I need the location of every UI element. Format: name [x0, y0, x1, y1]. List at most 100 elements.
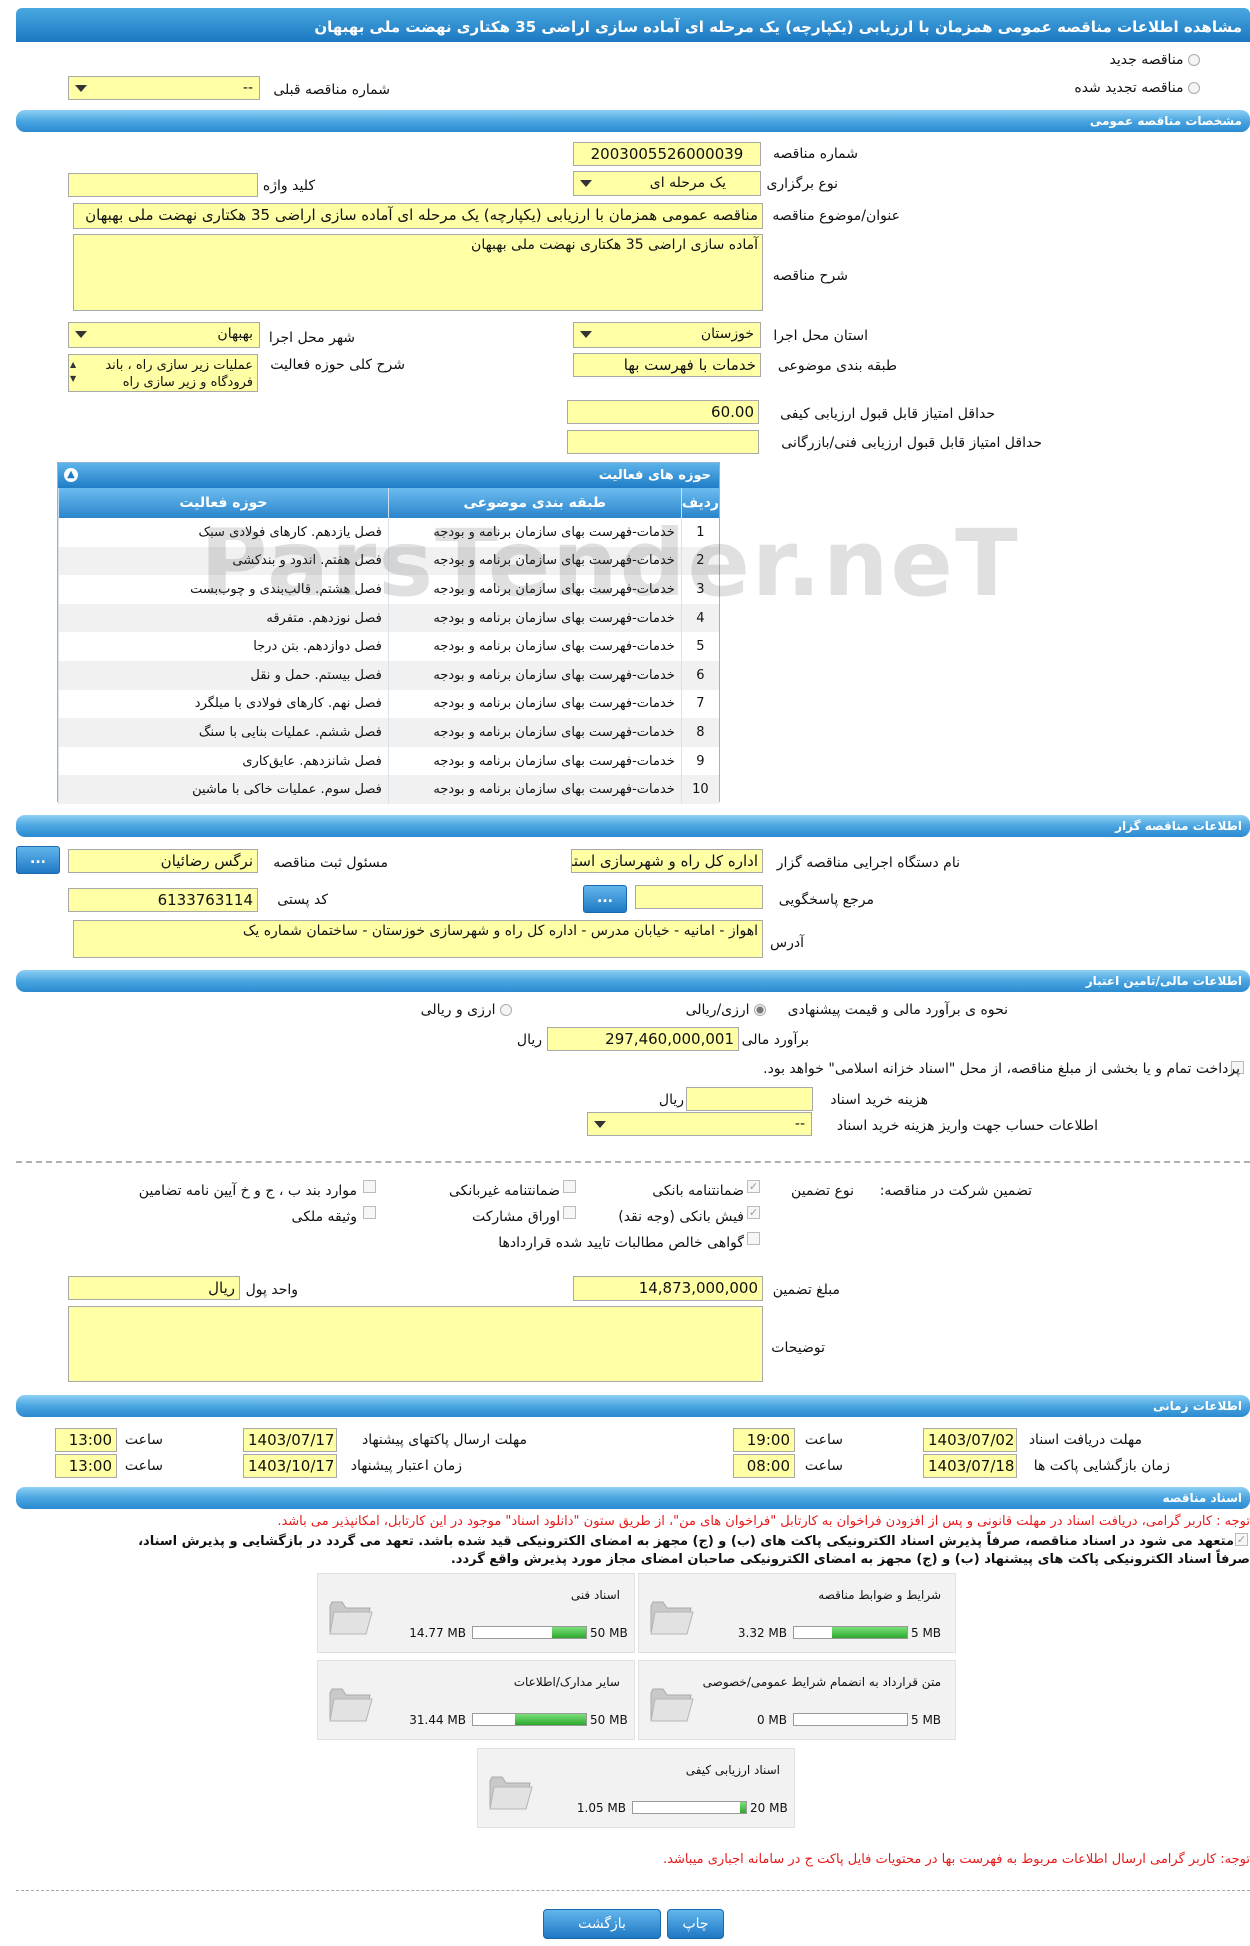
- clauses-checkbox[interactable]: [363, 1180, 376, 1193]
- type-select[interactable]: یک مرحله ای: [573, 171, 761, 196]
- resp-field[interactable]: نرگس رضائیان: [68, 849, 258, 873]
- page-title: مشاهده اطلاعات مناقصه عمومی همزمان با ار…: [16, 8, 1250, 42]
- notes-field[interactable]: [68, 1306, 763, 1382]
- valid-time-label: ساعت: [124, 1458, 163, 1474]
- bank-checkbox[interactable]: ✓: [747, 1180, 760, 1193]
- postal-field[interactable]: 6133763114: [68, 888, 258, 912]
- row-field: فصل نهم. کارهای فولادی با میلگرد: [58, 689, 389, 719]
- divider: [16, 1161, 1250, 1163]
- ref-field[interactable]: [635, 885, 763, 909]
- min-tech-field[interactable]: [567, 430, 759, 454]
- activities-title: حوزه های فعالیت: [598, 468, 711, 483]
- min-quality-label: حداقل امتیاز قابل قبول ارزیابی کیفی: [780, 406, 995, 422]
- table-row: 6 خدمات-فهرست بهای سازمان برنامه و بودجه ف…: [58, 660, 719, 690]
- unit-field[interactable]: ریال: [68, 1276, 240, 1300]
- collapse-icon[interactable]: ▲: [64, 468, 78, 482]
- opt1-radio[interactable]: ارزی/ریالی: [686, 1002, 766, 1018]
- row-field: فصل بیستم. حمل و نقل: [58, 660, 389, 690]
- document-card[interactable]: متن قرارداد به انضمام شرایط عمومی/خصوصی 5…: [638, 1660, 956, 1740]
- keyword-field[interactable]: [68, 173, 258, 197]
- notes-label: توضیحات: [771, 1340, 825, 1356]
- folder-icon: [650, 1601, 694, 1635]
- row-category: خدمات-فهرست بهای سازمان برنامه و بودجه: [387, 632, 682, 661]
- opt2-label: ارزی و ریالی: [420, 1002, 496, 1018]
- send-deadline-label: مهلت ارسال پاکتهای پیشنهاد: [361, 1432, 527, 1448]
- row-number: 10: [680, 775, 719, 804]
- tender-no-label: شماره مناقصه: [773, 146, 858, 162]
- valid-time-field[interactable]: 13:00: [55, 1454, 117, 1478]
- province-select[interactable]: خوزستان: [573, 322, 761, 348]
- ref-label: مرجع پاسخگویی: [778, 892, 874, 908]
- resp-lookup-button[interactable]: ...: [16, 846, 60, 874]
- cash-label: فیش بانکی (وجه نقد): [618, 1209, 744, 1225]
- amount-field[interactable]: 14,873,000,000: [573, 1276, 763, 1301]
- print-button[interactable]: چاپ: [667, 1909, 724, 1939]
- ref-lookup-button[interactable]: ...: [583, 885, 627, 913]
- estimate-unit: ریال: [516, 1032, 542, 1048]
- row-category: خدمات-فهرست بهای سازمان برنامه و بودجه: [387, 660, 682, 690]
- document-card[interactable]: اسناد ارزیابی کیفی 20 MB 1.05 MB: [477, 1748, 795, 1828]
- doc-cost-field[interactable]: [686, 1087, 813, 1111]
- opt2-radio[interactable]: ارزی و ریالی: [421, 1002, 512, 1018]
- account-select[interactable]: --: [587, 1112, 812, 1136]
- doc-cost-label: هزینه خرید اسناد: [830, 1092, 928, 1108]
- open-date-field[interactable]: 1403/07/18: [923, 1454, 1017, 1478]
- document-name: شرایط و ضوابط مناقصه: [818, 1588, 941, 1602]
- prev-tender-select[interactable]: --: [68, 76, 260, 100]
- addr-field[interactable]: اهواز - امانیه - خیابان مدرس - اداره کل …: [73, 920, 763, 958]
- chevron-down-icon: [580, 331, 592, 338]
- row-field: فصل سوم. عملیات خاکی با ماشین: [58, 775, 389, 804]
- nonbank-checkbox[interactable]: [563, 1180, 576, 1193]
- doc-deadline-field[interactable]: 1403/07/02: [923, 1428, 1017, 1452]
- folder-icon: [329, 1688, 373, 1722]
- city-select[interactable]: بهبهان: [68, 322, 260, 348]
- document-size-fill: [514, 1714, 586, 1725]
- document-name: متن قرارداد به انضمام شرایط عمومی/خصوصی: [702, 1675, 941, 1689]
- commit-text-1: متعهد می شود در اسناد مناقصه، صرفاً پذیر…: [138, 1534, 1234, 1549]
- desc-field[interactable]: آماده سازی اراضی 35 هکتاری نهضت ملی بهبه…: [73, 234, 763, 311]
- document-current-size: 0 MB: [756, 1713, 787, 1727]
- unit-label: واحد پول: [245, 1282, 298, 1298]
- new-tender-label: مناقصه جدید: [1109, 52, 1184, 68]
- property-checkbox[interactable]: [363, 1206, 376, 1219]
- document-max-size: 5 MB: [911, 1626, 942, 1640]
- document-card[interactable]: اسناد فنی 50 MB 14.77 MB: [317, 1573, 635, 1653]
- document-name: سایر مدارک/اطلاعات: [513, 1675, 620, 1689]
- type-value: یک مرحله ای: [649, 175, 726, 191]
- document-name: اسناد فنی: [570, 1588, 620, 1602]
- claims-label: گواهی خالص مطالبات تایید شده قراردادها: [498, 1235, 744, 1251]
- scroll-arrows-icon[interactable]: ▲ ▼: [70, 358, 76, 386]
- bonds-checkbox[interactable]: [563, 1206, 576, 1219]
- subject-field[interactable]: مناقصه عمومی همزمان با ارزیابی (یکپارچه)…: [73, 203, 763, 229]
- renewed-tender-label: مناقصه تجدید شده: [1074, 80, 1184, 96]
- category-field[interactable]: خدمات با فهرست بها: [573, 353, 761, 377]
- document-card[interactable]: سایر مدارک/اطلاعات 50 MB 31.44 MB: [317, 1660, 635, 1740]
- send-time-field[interactable]: 13:00: [55, 1428, 117, 1452]
- doc-time-field[interactable]: 19:00: [733, 1428, 795, 1452]
- chevron-down-icon: [594, 1121, 606, 1128]
- renewed-tender-radio[interactable]: مناقصه تجدید شده: [1074, 80, 1200, 96]
- org-field[interactable]: اداره کل راه و شهرسازی استان خوزستان: [571, 849, 763, 873]
- docs-note-2: توجه: کاربر گرامی ارسال اطلاعات مربوط به…: [663, 1852, 1250, 1867]
- back-button[interactable]: بازگشت: [543, 1909, 661, 1939]
- min-quality-field[interactable]: 60.00: [567, 400, 759, 424]
- claims-checkbox[interactable]: [747, 1232, 760, 1245]
- desc-label: شرح مناقصه: [772, 268, 848, 284]
- amount-label: مبلغ تضمین: [772, 1282, 840, 1298]
- row-number: 6: [680, 660, 719, 690]
- send-deadline-field[interactable]: 1403/07/17: [243, 1428, 337, 1452]
- activity-field[interactable]: عملیات زیر سازی راه ، باند فرودگاه و زیر…: [68, 354, 258, 392]
- estimate-field[interactable]: 297,460,000,001: [547, 1027, 739, 1051]
- tender-no-field[interactable]: 2003005526000039: [573, 142, 761, 166]
- open-time-field[interactable]: 08:00: [733, 1454, 795, 1478]
- table-row: 9 خدمات-فهرست بهای سازمان برنامه و بودجه ف…: [58, 746, 719, 776]
- cash-checkbox[interactable]: ✓: [747, 1206, 760, 1219]
- docs-section-header: اسناد مناقصه: [16, 1487, 1250, 1509]
- new-tender-radio[interactable]: مناقصه جدید: [1110, 52, 1200, 68]
- chevron-down-icon: [580, 180, 592, 187]
- document-size-fill: [552, 1627, 586, 1638]
- row-field: فصل دوازدهم. بتن درجا: [58, 632, 389, 661]
- valid-date-field[interactable]: 1403/10/17: [243, 1454, 337, 1478]
- guarantee-type-label: نوع تضمین: [791, 1183, 854, 1199]
- document-card[interactable]: شرایط و ضوابط مناقصه 5 MB 3.32 MB: [638, 1573, 956, 1653]
